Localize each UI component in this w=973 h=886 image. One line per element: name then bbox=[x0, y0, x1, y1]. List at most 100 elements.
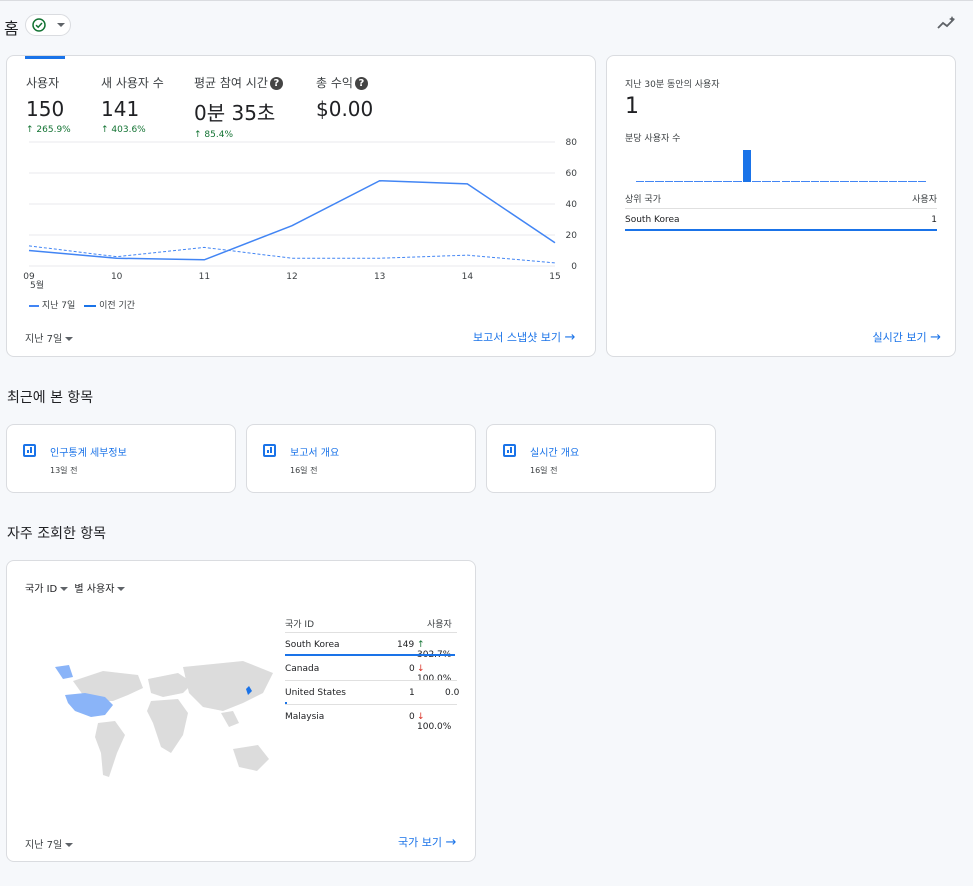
frequent-section-title: 자주 조회한 항목 bbox=[7, 526, 107, 542]
view-realtime-label: 실시간 보기 bbox=[872, 331, 927, 344]
country-name: Canada bbox=[285, 664, 320, 674]
minute-bar bbox=[908, 181, 917, 182]
minute-bar bbox=[645, 181, 654, 182]
recent-item-label: 실시간 개요 bbox=[530, 448, 580, 459]
minute-bar bbox=[888, 181, 898, 182]
x-tick-label: 10 bbox=[111, 272, 123, 282]
help-icon[interactable]: ? bbox=[354, 77, 368, 90]
minute-bar bbox=[781, 181, 791, 182]
per-minute-bar-chart bbox=[635, 146, 927, 182]
chevron-down-icon bbox=[60, 587, 69, 591]
metric-label-row: 총 수익? bbox=[316, 74, 373, 91]
table-row[interactable]: United States 1 0.0 bbox=[285, 688, 460, 698]
minute-bar bbox=[693, 181, 703, 182]
metric-value: 141 bbox=[101, 97, 140, 121]
minute-bar bbox=[654, 181, 664, 182]
minute-bar bbox=[810, 181, 820, 182]
view-countries-link[interactable]: 국가 보기 → bbox=[398, 834, 456, 850]
minute-bar bbox=[800, 181, 810, 182]
metric-engagement-time[interactable]: 평균 참여 시간? 0분 35초 ↑ 85.4% bbox=[194, 74, 283, 140]
minute-bar bbox=[849, 181, 859, 182]
users-header: 사용자 bbox=[427, 620, 452, 630]
chart-legend: 지난 7일 이전 기간 bbox=[29, 298, 135, 311]
divider bbox=[285, 632, 457, 633]
table-row[interactable]: Malaysia 0 ↓ 100.0% bbox=[285, 712, 457, 732]
legend-current: 지난 7일 bbox=[41, 301, 76, 311]
dimension-selector[interactable]: 국가 ID 별 사용자 bbox=[25, 580, 126, 595]
metric-label: 사용자 bbox=[26, 76, 60, 90]
x-tick-label: 13 bbox=[374, 272, 385, 282]
divider bbox=[285, 680, 457, 681]
users-header: 사용자 bbox=[912, 195, 937, 205]
country-users: 0 bbox=[409, 712, 415, 722]
country-share-bar bbox=[285, 654, 455, 656]
x-tick-label: 12 bbox=[286, 272, 297, 282]
country-id-header: 국가 ID bbox=[285, 620, 315, 630]
metric-revenue[interactable]: 총 수익? $0.00 bbox=[316, 74, 373, 121]
help-icon[interactable]: ? bbox=[269, 77, 283, 90]
minute-bar bbox=[839, 181, 849, 182]
arrow-right-icon: → bbox=[930, 330, 941, 345]
minute-bar bbox=[830, 181, 839, 182]
country-card: 국가 ID 별 사용자 국가 ID 사용자 South Korea 149 ↑ … bbox=[6, 560, 476, 862]
y-tick-label: 60 bbox=[566, 169, 578, 179]
minute-bar bbox=[664, 181, 674, 182]
recent-item-card[interactable]: 보고서 개요 16일 전 bbox=[246, 424, 476, 493]
minute-bar bbox=[878, 181, 888, 182]
view-realtime-link[interactable]: 실시간 보기 → bbox=[872, 329, 941, 345]
metric-value: 150 bbox=[26, 97, 65, 121]
metric-label-row: 평균 참여 시간? bbox=[194, 74, 283, 91]
current-period-line bbox=[28, 179, 556, 261]
y-tick-label: 80 bbox=[566, 138, 578, 148]
realtime-value: 1 bbox=[625, 94, 639, 119]
date-range-dropdown[interactable]: 지난 7일 bbox=[25, 836, 74, 851]
recent-item-card[interactable]: 인구통계 세부정보 13일 전 bbox=[6, 424, 236, 493]
country-change: 0.0 bbox=[445, 688, 460, 698]
metric-new-users[interactable]: 새 사용자 수 141 ↑ 403.6% bbox=[101, 74, 164, 135]
country-users: 1 bbox=[409, 688, 415, 698]
metric-label: 별 사용자 bbox=[74, 584, 115, 595]
users-line-chart: 80604020009 10 11 12 13 14 15 bbox=[23, 138, 578, 282]
arrow-right-icon: → bbox=[564, 330, 576, 345]
country-users: 0 bbox=[409, 664, 415, 674]
arrow-right-icon: → bbox=[445, 835, 457, 850]
chevron-down-icon bbox=[65, 337, 74, 341]
minute-bar bbox=[723, 181, 732, 182]
metric-value: 0분 35초 bbox=[194, 101, 276, 125]
date-range-dropdown[interactable]: 지난 7일 bbox=[25, 330, 74, 345]
country-name: South Korea bbox=[285, 640, 340, 650]
metric-delta: ↑ 265.9% bbox=[26, 125, 71, 135]
minute-bar bbox=[771, 181, 781, 182]
metric-users[interactable]: 사용자 150 ↑ 265.9% bbox=[26, 74, 71, 135]
minute-bar bbox=[869, 181, 878, 182]
status-chip[interactable] bbox=[25, 14, 71, 36]
view-countries-label: 국가 보기 bbox=[398, 836, 442, 849]
country-name: United States bbox=[285, 688, 346, 698]
table-row[interactable]: South Korea 149 ↑ 302.7% bbox=[285, 640, 457, 660]
recent-item-card[interactable]: 실시간 개요 16일 전 bbox=[486, 424, 716, 493]
chevron-down-icon bbox=[117, 587, 126, 591]
sparkline-icon[interactable] bbox=[937, 15, 957, 31]
minute-bar bbox=[684, 181, 693, 182]
y-tick-label: 20 bbox=[566, 231, 578, 241]
x-tick-label: 14 bbox=[462, 272, 474, 282]
minute-bar bbox=[703, 181, 713, 182]
x-tick-label: 11 bbox=[199, 272, 210, 282]
legend-previous: 이전 기간 bbox=[99, 301, 136, 311]
country-change: ↓ 100.0% bbox=[417, 712, 452, 732]
bar-chart-icon bbox=[263, 444, 276, 457]
country-name: Malaysia bbox=[285, 712, 325, 722]
x-tick-label: 15 bbox=[549, 272, 560, 282]
minute-bar bbox=[820, 181, 830, 182]
date-range-label: 지난 7일 bbox=[25, 840, 63, 851]
realtime-country-bar bbox=[625, 229, 937, 231]
bar-chart-icon bbox=[503, 444, 516, 457]
divider bbox=[625, 208, 937, 209]
view-snapshot-link[interactable]: 보고서 스냅샷 보기 → bbox=[473, 329, 575, 345]
table-row[interactable]: Canada 0 ↓ 100.0% bbox=[285, 664, 457, 684]
metric-label: 평균 참여 시간 bbox=[194, 76, 268, 90]
realtime-country-users: 1 bbox=[931, 215, 937, 225]
overview-card: 사용자 150 ↑ 265.9% 새 사용자 수 141 ↑ 403.6% 평균… bbox=[6, 55, 596, 357]
minute-bar bbox=[917, 181, 927, 182]
country-change: ↑ 302.7% bbox=[417, 640, 457, 660]
